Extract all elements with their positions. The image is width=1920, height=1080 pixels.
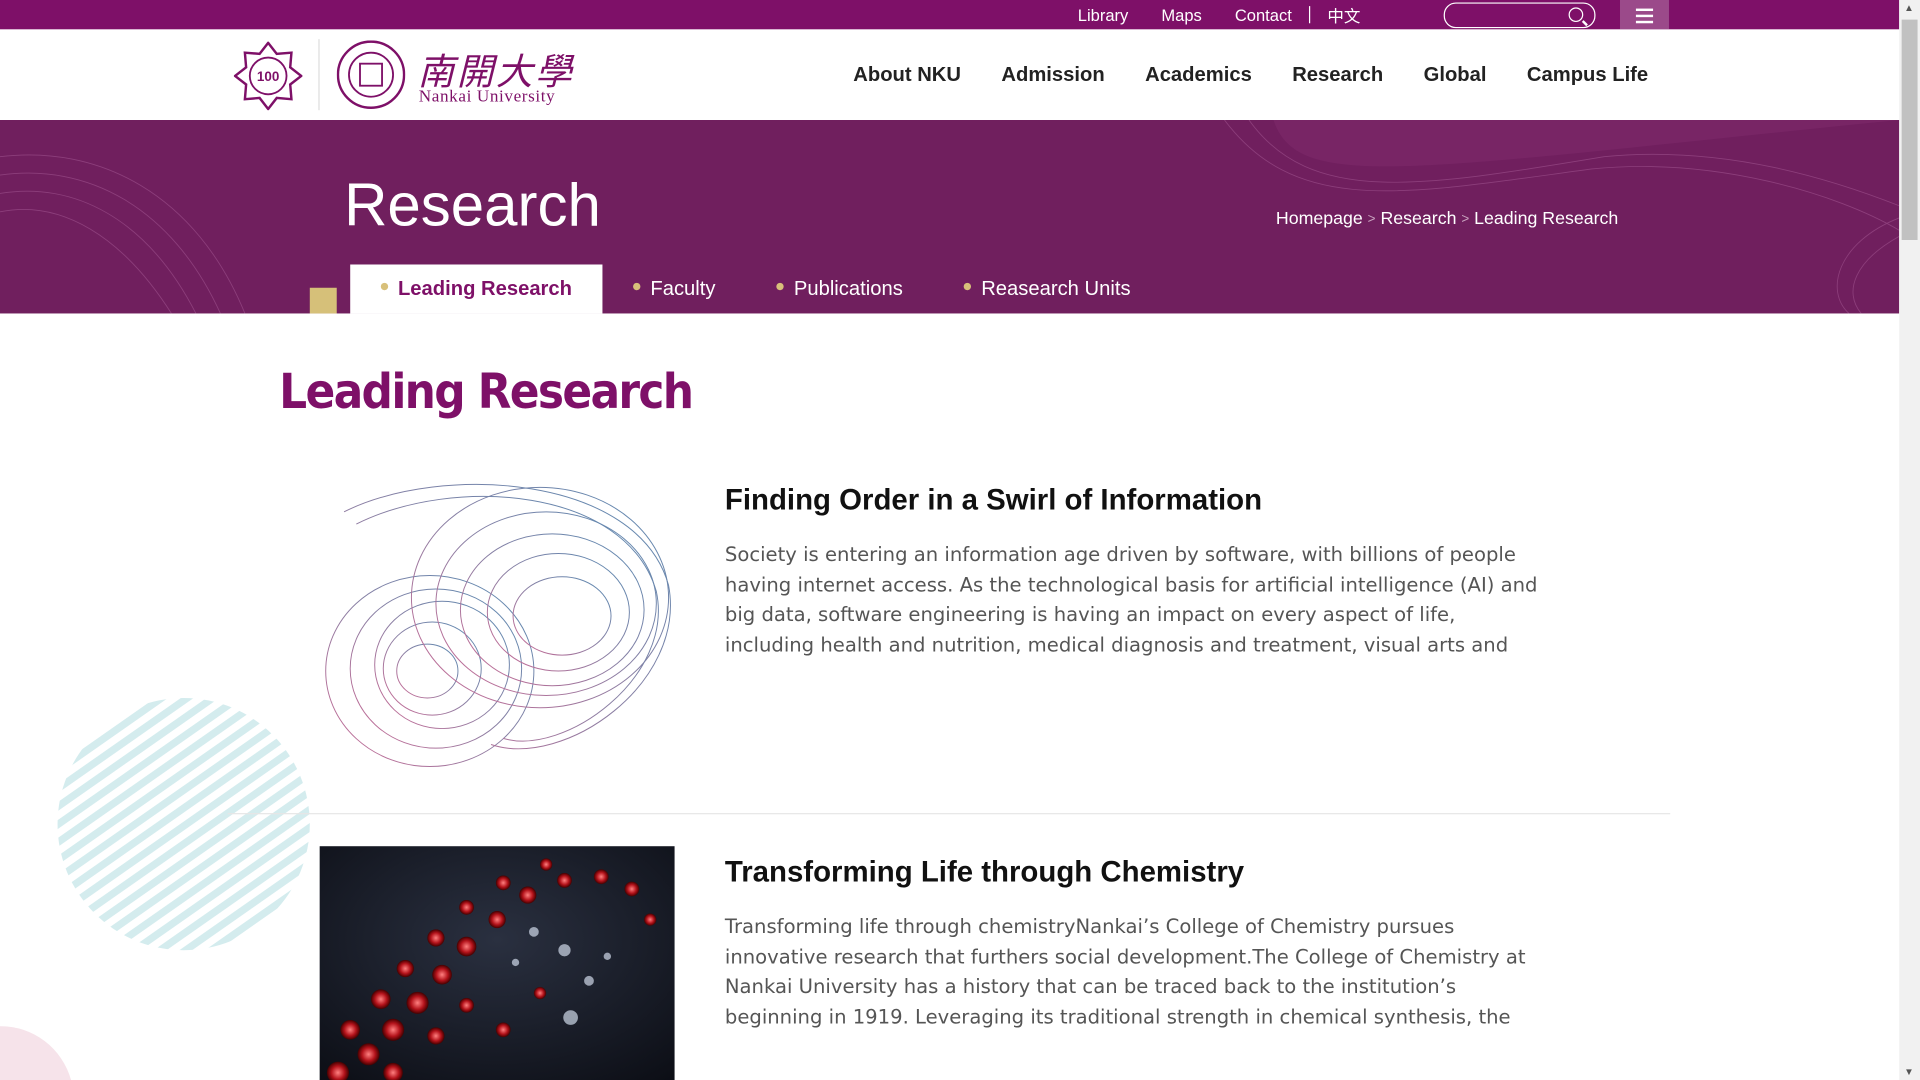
nav-admission[interactable]: Admission — [1001, 63, 1104, 86]
swirl-image[interactable] — [320, 475, 675, 771]
tab-label: Leading Research — [397, 277, 573, 300]
bullet-icon — [776, 282, 785, 291]
chinese-language-link[interactable]: 中文 — [1327, 2, 1360, 26]
section-heading: Leading Research — [279, 364, 694, 421]
bullet-icon — [964, 282, 972, 291]
page-title: Research — [344, 172, 601, 239]
scroll-up-icon[interactable]: ▲ — [1904, 2, 1914, 13]
contact-link[interactable]: Contact — [1235, 6, 1292, 24]
svg-text:100: 100 — [257, 69, 279, 84]
scrollbar-thumb[interactable] — [1901, 19, 1918, 241]
nav-campus-life[interactable]: Campus Life — [1527, 63, 1648, 86]
item-title[interactable]: Transforming Life through Chemistry — [725, 856, 1244, 890]
tab-leading-research[interactable]: Leading Research — [350, 264, 603, 314]
divider — [227, 813, 1671, 815]
striped-circle-decoration — [57, 697, 310, 951]
tab-label: Faculty — [650, 277, 716, 300]
tab-research-units[interactable]: Reasearch Units — [933, 264, 1161, 313]
breadcrumb: Homepage > Research > Leading Research — [1276, 209, 1618, 229]
main-nav: About NKU Admission Academics Research G… — [853, 29, 1648, 120]
breadcrumb-research[interactable]: Research — [1380, 209, 1456, 229]
tab-label: Reasearch Units — [981, 277, 1131, 300]
maps-link[interactable]: Maps — [1161, 6, 1201, 24]
nav-global[interactable]: Global — [1424, 63, 1487, 86]
scrollbar[interactable]: ▲ ▼ — [1899, 0, 1920, 1080]
chemistry-image[interactable] — [319, 846, 675, 1080]
nav-research[interactable]: Research — [1292, 63, 1383, 86]
divider — [318, 39, 320, 111]
nav-academics[interactable]: Academics — [1145, 63, 1252, 86]
chevron-right-icon: > — [1461, 211, 1470, 227]
university-seal[interactable] — [336, 40, 406, 109]
page-banner: Research Homepage > Research > Leading Res… — [0, 120, 1900, 314]
gold-accent — [309, 287, 337, 314]
logo-english-name: Nankai University — [418, 88, 556, 107]
tab-label: Publications — [793, 277, 903, 300]
menu-button[interactable] — [1620, 0, 1669, 30]
striped-decoration — [0, 1026, 72, 1080]
search-input[interactable] — [1443, 2, 1596, 29]
breadcrumb-homepage[interactable]: Homepage — [1276, 209, 1363, 229]
nav-about[interactable]: About NKU — [853, 63, 961, 86]
top-bar: Library Maps Contact 中文 — [0, 0, 1900, 30]
centennial-logo[interactable]: 100 — [233, 41, 303, 111]
bullet-icon — [633, 282, 641, 291]
sub-tabs: Leading Research Faculty Publications Re… — [350, 264, 1161, 314]
header: 100 南開大學 Nankai University About NKU Adm… — [0, 29, 1900, 121]
chevron-right-icon: > — [1367, 211, 1376, 227]
scroll-down-icon[interactable]: ▼ — [1904, 1067, 1914, 1078]
search-icon[interactable] — [1568, 7, 1584, 23]
item-summary: Society is entering an information age d… — [724, 542, 1538, 656]
bullet-icon — [380, 282, 389, 291]
tab-faculty[interactable]: Faculty — [603, 264, 746, 313]
breadcrumb-current[interactable]: Leading Research — [1474, 209, 1618, 229]
divider — [1308, 6, 1311, 24]
library-link[interactable]: Library — [1078, 6, 1129, 24]
item-title[interactable]: Finding Order in a Swirl of Information — [725, 484, 1262, 518]
tab-publications[interactable]: Publications — [746, 264, 933, 313]
item-summary: Transforming life through chemistryNanka… — [724, 914, 1526, 1028]
